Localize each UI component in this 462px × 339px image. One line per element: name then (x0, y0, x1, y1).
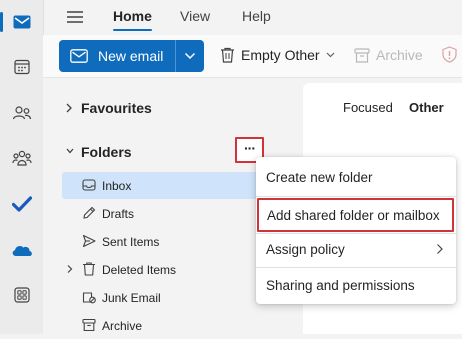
new-email-button[interactable]: New email (59, 40, 176, 72)
assign-policy-menu-item[interactable]: Assign policy (256, 231, 456, 267)
folder-item-archive[interactable]: Archive (62, 312, 302, 339)
favourites-section[interactable]: Favourites (43, 94, 302, 122)
people-app-button[interactable] (0, 95, 43, 131)
onedrive-app-button[interactable] (0, 232, 43, 268)
favourites-label: Favourites (81, 100, 152, 116)
chevron-down-icon (184, 52, 196, 60)
todo-app-button[interactable] (0, 186, 43, 222)
hamburger-menu-button[interactable] (65, 8, 85, 26)
mail-app-button[interactable] (0, 4, 43, 40)
chevron-right-icon[interactable] (66, 264, 74, 274)
folder-label: Deleted Items (102, 262, 177, 277)
folder-label: Sent Items (102, 234, 160, 249)
chevron-down-icon (66, 148, 74, 154)
ribbon-toolbar: New email Empty Other Archive (43, 35, 462, 78)
tab-other[interactable]: Other (409, 100, 444, 115)
create-new-folder-menu-item[interactable]: Create new folder (256, 159, 456, 195)
mail-icon (70, 49, 88, 63)
calendar-app-button[interactable] (0, 49, 43, 85)
junk-icon (82, 292, 96, 304)
add-shared-folder-menu-item[interactable]: Add shared folder or mailbox (257, 198, 454, 232)
apps-app-button[interactable] (0, 277, 43, 313)
tab-view[interactable]: View (180, 8, 210, 24)
folder-label: Drafts (102, 206, 135, 221)
chevron-down-icon (326, 52, 335, 58)
drafts-pencil-icon (83, 206, 96, 219)
folders-label: Folders (81, 144, 132, 160)
archive-label: Archive (376, 47, 423, 63)
menu-item-label: Add shared folder or mailbox (267, 207, 440, 223)
todo-check-icon (11, 196, 32, 212)
chevron-right-icon (66, 103, 72, 113)
groups-app-button[interactable] (0, 140, 43, 176)
folder-context-menu: Create new folder Add shared folder or m… (256, 157, 456, 304)
menu-divider (256, 196, 456, 197)
folder-label: Archive (102, 318, 143, 333)
apps-grid-icon (13, 287, 30, 303)
archive-button[interactable]: Archive (354, 47, 423, 63)
new-email-label: New email (98, 48, 164, 64)
tab-focused[interactable]: Focused (343, 100, 393, 115)
sharing-permissions-menu-item[interactable]: Sharing and permissions (256, 267, 456, 303)
menu-item-label: Create new folder (266, 169, 373, 185)
archive-box-icon (354, 47, 370, 63)
people-icon (12, 106, 31, 120)
shield-alert-icon (442, 46, 457, 63)
trash-icon (221, 47, 234, 63)
folder-label: Junk Email (102, 290, 161, 305)
app-rail (0, 0, 44, 334)
folder-label: Inbox (102, 178, 132, 193)
menu-item-label: Assign policy (266, 241, 345, 257)
menu-item-label: Sharing and permissions (266, 277, 415, 293)
tab-home[interactable]: Home (113, 8, 152, 31)
top-navigation: Home View Help (43, 0, 462, 34)
new-email-dropdown-button[interactable] (176, 40, 204, 72)
tab-help[interactable]: Help (242, 8, 271, 24)
mail-icon (13, 15, 30, 29)
chevron-right-icon (437, 244, 443, 254)
groups-icon (11, 150, 32, 166)
new-email-split-button: New email (59, 40, 204, 72)
onedrive-cloud-icon (12, 245, 32, 256)
archive-box-icon (82, 318, 96, 332)
send-icon (82, 234, 96, 248)
hamburger-icon (67, 11, 83, 23)
calendar-icon (13, 59, 30, 75)
more-options-icon: ··· (244, 140, 256, 156)
report-button[interactable] (442, 46, 457, 63)
empty-other-label: Empty Other (241, 47, 320, 63)
empty-other-button[interactable]: Empty Other (220, 47, 335, 63)
inbox-icon (82, 179, 96, 191)
trash-icon (83, 262, 95, 276)
